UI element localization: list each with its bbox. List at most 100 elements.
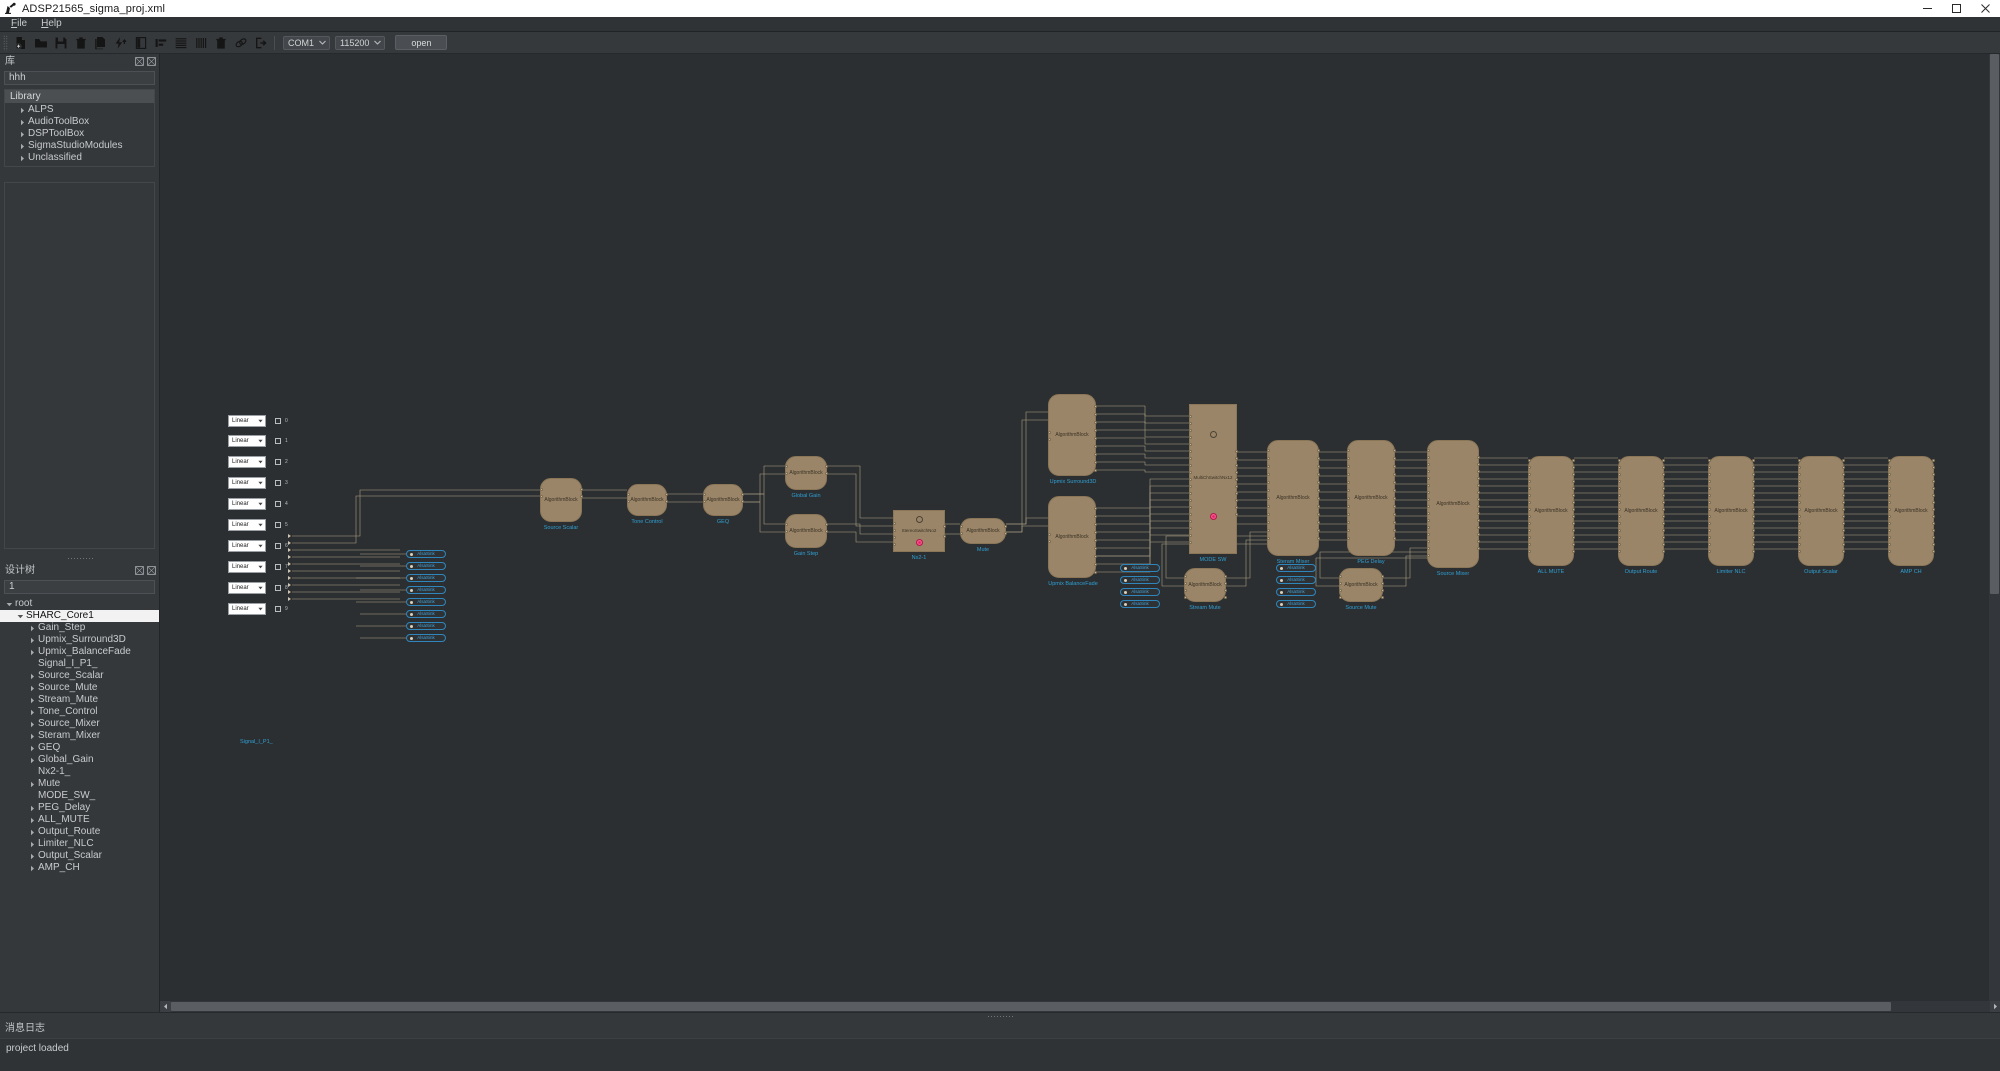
block-output-pin[interactable]: [1931, 487, 1935, 490]
block-output-pin[interactable]: [1931, 466, 1935, 469]
design-tree-item-mode-sw[interactable]: MODE_SW_: [0, 790, 159, 802]
block-input-pin[interactable]: [1617, 466, 1621, 469]
block-output-pin[interactable]: [1931, 459, 1935, 462]
block-output-pin[interactable]: [1316, 489, 1320, 492]
chevron-right-icon[interactable]: [27, 745, 38, 752]
block-source-mute[interactable]: AlgorithmBlock: [1338, 568, 1384, 602]
block-input-pin[interactable]: [1047, 533, 1051, 536]
block-output-pin[interactable]: [1093, 531, 1097, 534]
trash-solid-icon[interactable]: [211, 33, 231, 53]
linear-select-9[interactable]: Linear: [228, 603, 266, 615]
block-input-pin[interactable]: [1797, 508, 1801, 511]
schematic-canvas-area[interactable]: Linear 0 Linear 1 Linear 2 Linear 3 Line…: [159, 54, 2000, 1012]
scroll-left-arrow-icon[interactable]: [160, 1001, 171, 1012]
block-input-pin[interactable]: [1188, 471, 1192, 474]
block-input-pin[interactable]: [1266, 513, 1270, 516]
input-port-arrow[interactable]: [288, 534, 291, 538]
block-output-pin[interactable]: [1093, 453, 1097, 456]
block-input-pin[interactable]: [1887, 501, 1891, 504]
block-output-pin[interactable]: [1316, 449, 1320, 452]
block-output-pin[interactable]: [1316, 457, 1320, 460]
block-output-pin[interactable]: [1093, 507, 1097, 510]
block-output-pin[interactable]: [579, 488, 583, 491]
linear-checkbox-2[interactable]: [275, 459, 281, 465]
chevron-right-icon[interactable]: [27, 697, 38, 704]
block-output-pin[interactable]: [1476, 463, 1480, 466]
block-input-pin[interactable]: [1426, 456, 1430, 459]
block-input-pin[interactable]: [1617, 515, 1621, 518]
close-panel-icon[interactable]: [147, 566, 156, 575]
block-input-pin[interactable]: [1527, 473, 1531, 476]
scroll-right-arrow-icon[interactable]: [1990, 1001, 2000, 1012]
block-input-pin[interactable]: [1617, 494, 1621, 497]
block-output-pin[interactable]: [1841, 501, 1845, 504]
chevron-right-icon[interactable]: [27, 733, 38, 740]
block-input-pin[interactable]: [1527, 543, 1531, 546]
block-input-pin[interactable]: [1617, 536, 1621, 539]
block-input-pin[interactable]: [1346, 449, 1350, 452]
block-input-pin[interactable]: [1426, 477, 1430, 480]
close-panel-icon[interactable]: [147, 57, 156, 66]
switch-option-off-radio[interactable]: [916, 516, 923, 523]
block-input-pin[interactable]: [1426, 554, 1430, 557]
block-output-pin[interactable]: [1751, 494, 1755, 497]
block-output-pin[interactable]: [1316, 481, 1320, 484]
block-output-pin[interactable]: [1571, 529, 1575, 532]
block-output-pin[interactable]: [1093, 555, 1097, 558]
block-input-pin[interactable]: [1887, 515, 1891, 518]
chevron-right-icon[interactable]: [27, 841, 38, 848]
chevron-right-icon[interactable]: [27, 757, 38, 764]
block-input-pin[interactable]: [1426, 470, 1430, 473]
block-peg-delay[interactable]: AlgorithmBlock: [1346, 440, 1396, 556]
chevron-down-icon[interactable]: [15, 614, 26, 619]
block-output-pin[interactable]: [1751, 508, 1755, 511]
linear-checkbox-5[interactable]: [275, 522, 281, 528]
linear-checkbox-0[interactable]: [275, 418, 281, 424]
block-input-pin[interactable]: [1617, 543, 1621, 546]
block-input-pin[interactable]: [1266, 473, 1270, 476]
block-output-pin[interactable]: [1476, 547, 1480, 550]
design-tree-item-stream-mute[interactable]: Stream_Mute: [0, 694, 159, 706]
block-all-mute[interactable]: AlgorithmBlock: [1527, 456, 1575, 566]
block-nx2-1[interactable]: StereoSwitchNo2: [892, 510, 946, 552]
block-input-pin[interactable]: [1887, 550, 1891, 553]
block-input-pin[interactable]: [702, 500, 706, 503]
block-output-pin[interactable]: [1661, 480, 1665, 483]
block-input-pin[interactable]: [1338, 582, 1342, 585]
block-input-pin[interactable]: [1527, 550, 1531, 553]
design-tree-item-amp-ch[interactable]: AMP_CH: [0, 862, 159, 874]
block-input-pin[interactable]: [784, 465, 788, 468]
design-tree-filter-input[interactable]: 1: [4, 580, 155, 594]
block-input-pin[interactable]: [1346, 489, 1350, 492]
linear-select-3[interactable]: Linear: [228, 477, 266, 489]
block-input-pin[interactable]: [1338, 589, 1342, 592]
block-input-pin[interactable]: [1617, 522, 1621, 525]
block-output-pin[interactable]: [1661, 543, 1665, 546]
library-item-audiotoolbox[interactable]: AudioToolBox: [5, 116, 154, 128]
block-input-pin[interactable]: [1617, 501, 1621, 504]
block-input-pin[interactable]: [1426, 463, 1430, 466]
block-output-pin[interactable]: [1380, 596, 1384, 599]
dock-splitter[interactable]: [0, 554, 159, 563]
block-input-pin[interactable]: [1346, 521, 1350, 524]
block-input-pin[interactable]: [1346, 457, 1350, 460]
linear-select-2[interactable]: Linear: [228, 456, 266, 468]
block-input-pin[interactable]: [784, 523, 788, 526]
block-input-pin[interactable]: [1426, 498, 1430, 501]
block-input-pin[interactable]: [1183, 596, 1187, 599]
block-input-pin[interactable]: [1707, 466, 1711, 469]
block-input-pin[interactable]: [1047, 431, 1051, 434]
block-input-pin[interactable]: [1527, 494, 1531, 497]
block-input-pin[interactable]: [1617, 508, 1621, 511]
block-input-pin[interactable]: [892, 536, 896, 539]
alsasink-node[interactable]: AlsaSink: [406, 586, 446, 594]
block-source-scalar[interactable]: AlgorithmBlock: [539, 478, 583, 522]
block-source-mixer[interactable]: AlgorithmBlock: [1426, 440, 1480, 568]
block-output-pin[interactable]: [1476, 498, 1480, 501]
block-output-pin[interactable]: [1392, 521, 1396, 524]
block-output-pin[interactable]: [942, 525, 946, 528]
block-output-pin[interactable]: [1093, 437, 1097, 440]
chevron-right-icon[interactable]: [27, 817, 38, 824]
block-output-pin[interactable]: [1223, 596, 1227, 599]
block-output-pin[interactable]: [1316, 537, 1320, 540]
